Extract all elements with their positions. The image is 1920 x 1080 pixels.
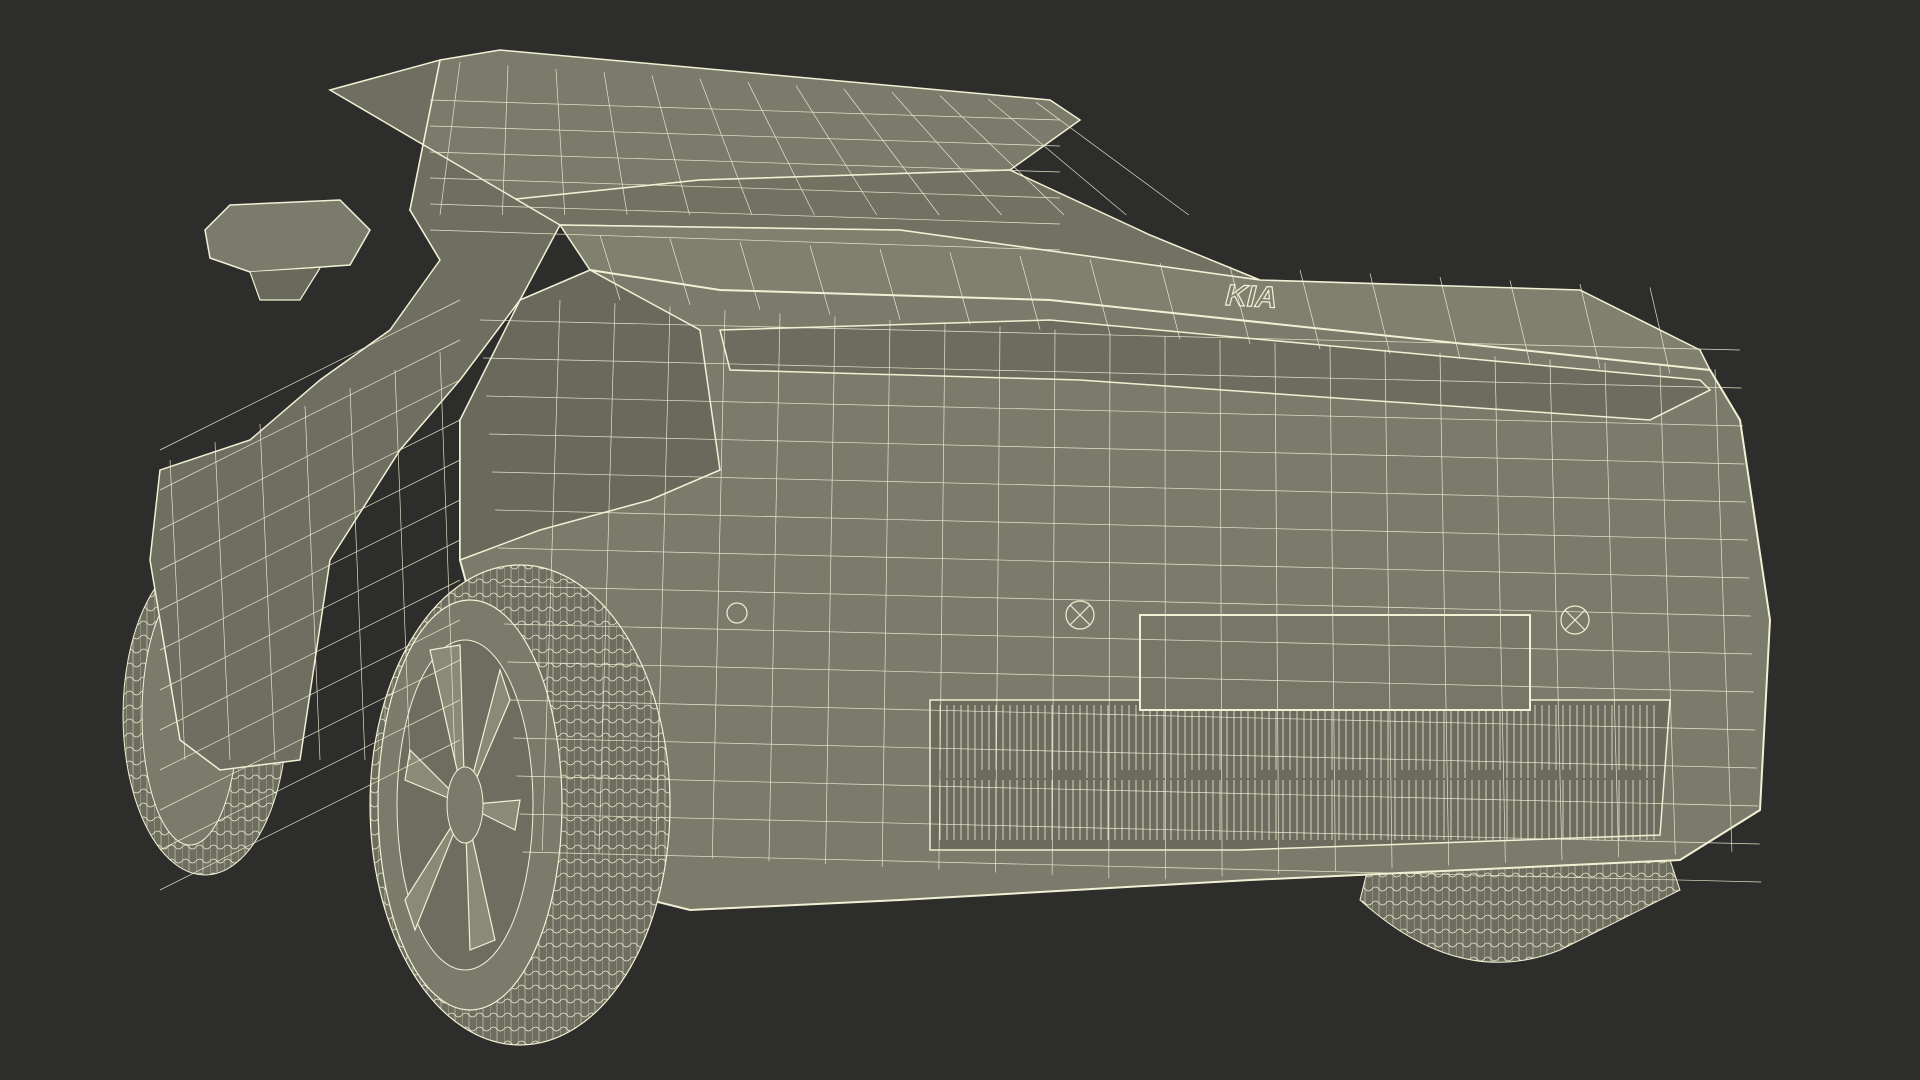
license-plate-area: [1139, 614, 1531, 711]
car-wireframe-render: KIA: [122, 49, 1772, 1046]
viewport: KIA: [0, 0, 1920, 1080]
front-left-tire: [369, 564, 671, 1046]
brand-emblem: KIA: [1225, 279, 1278, 315]
side-mirror: [204, 199, 371, 301]
rear-right-tire: [1359, 859, 1681, 963]
